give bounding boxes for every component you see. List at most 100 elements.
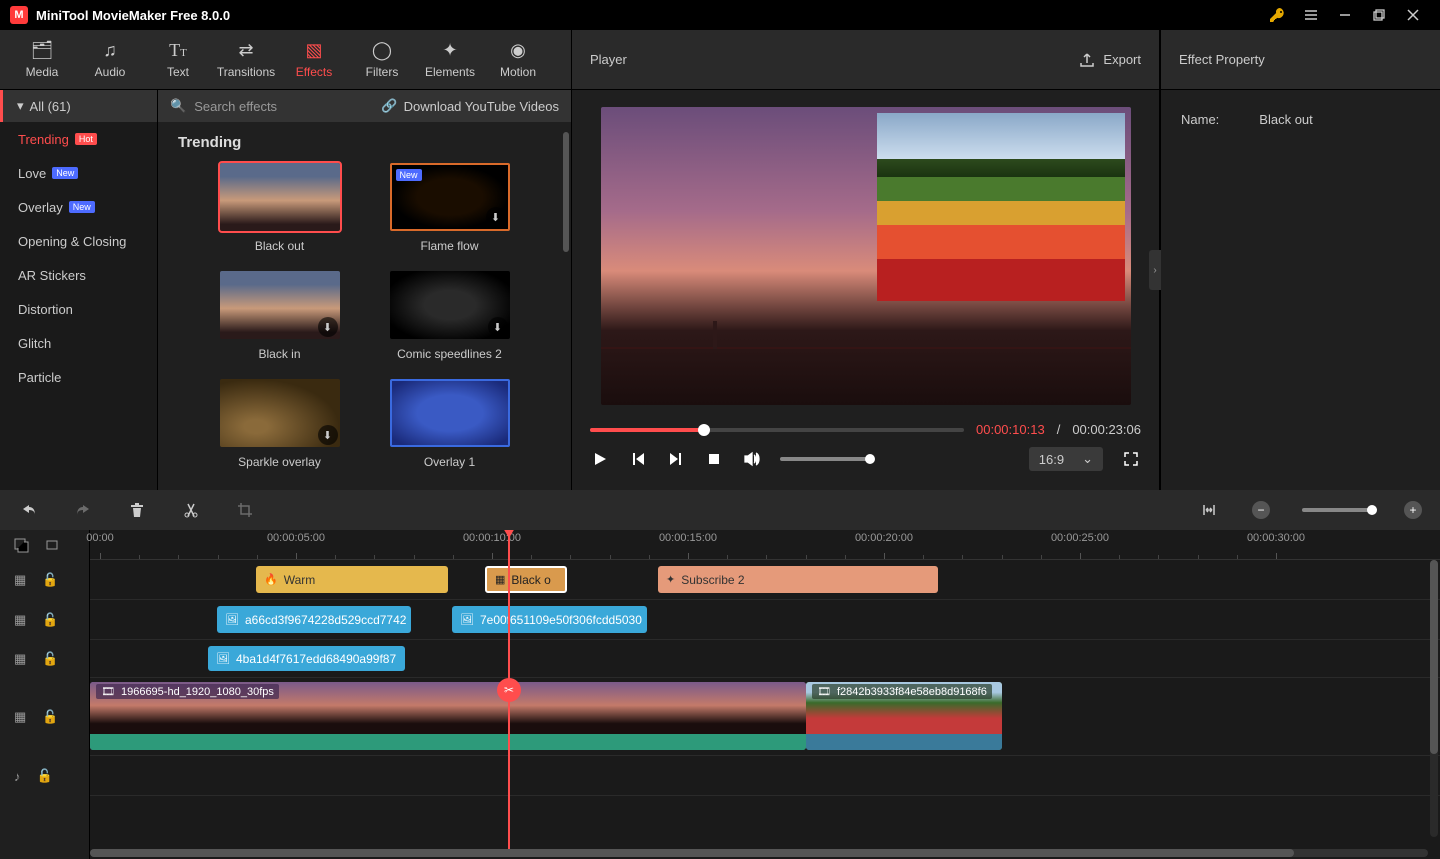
prev-frame-button[interactable] <box>628 449 648 469</box>
category-all[interactable]: ▾ All (61) <box>0 90 157 122</box>
track-audio[interactable] <box>90 756 1440 796</box>
effect-label: Black out <box>255 239 304 253</box>
tab-audio[interactable]: ♫Audio <box>76 33 144 87</box>
clip-video[interactable]: 🎞1966695-hd_1920_1080_30fps <box>90 682 806 750</box>
add-track-button[interactable] <box>14 538 29 553</box>
track-type-icon: ▦ <box>14 651 26 667</box>
collapse-panel-button[interactable]: › <box>1149 250 1161 290</box>
zoom-out-button[interactable]: − <box>1252 501 1270 519</box>
gallery-scrollbar[interactable] <box>563 132 569 252</box>
menu-icon[interactable] <box>1294 0 1328 30</box>
star-icon: ✦ <box>666 573 675 586</box>
track-image-2[interactable]: 🖼4ba1d4f7617edd68490a99f87 <box>90 640 1440 678</box>
tab-effects[interactable]: ▧Effects <box>280 33 348 87</box>
delete-button[interactable] <box>126 499 148 521</box>
effect-thumbnail[interactable]: ⬇ <box>220 271 340 339</box>
category-item[interactable]: Particle <box>0 360 157 394</box>
clip-video[interactable]: 🎞f2842b3933f84e58eb8d9168f6 <box>806 682 1002 750</box>
crop-button[interactable] <box>234 499 256 521</box>
chevron-down-icon: ▾ <box>17 98 24 114</box>
clip-image[interactable]: 🖼4ba1d4f7617edd68490a99f87 <box>208 646 405 671</box>
aspect-ratio-select[interactable]: 16:9 ⌄ <box>1029 447 1103 471</box>
effect-thumbnail[interactable]: ⬇ <box>390 271 510 339</box>
app-title: MiniTool MovieMaker Free 8.0.0 <box>36 8 230 23</box>
lock-icon[interactable]: 🔓 <box>42 612 58 628</box>
video-icon: 🎞 <box>101 685 115 698</box>
search-input[interactable]: Search effects <box>194 99 373 114</box>
auto-fit-button[interactable] <box>1198 499 1220 521</box>
effect-label: Overlay 1 <box>424 455 475 469</box>
minimize-button[interactable] <box>1328 0 1362 30</box>
search-icon[interactable]: 🔍 <box>170 98 186 114</box>
category-item[interactable]: Glitch <box>0 326 157 360</box>
category-item[interactable]: LoveNew <box>0 156 157 190</box>
preview-canvas[interactable] <box>601 107 1131 405</box>
tab-text[interactable]: TTText <box>144 33 212 87</box>
lock-icon[interactable]: 🔓 <box>42 651 58 667</box>
download-icon[interactable]: ⬇ <box>318 425 338 445</box>
category-item[interactable]: Opening & Closing <box>0 224 157 258</box>
download-icon[interactable]: ⬇ <box>486 207 506 227</box>
stop-button[interactable] <box>704 449 724 469</box>
volume-slider[interactable] <box>780 457 870 461</box>
effect-thumbnail[interactable]: New⬇ <box>390 163 510 231</box>
clip-image[interactable]: 🖼a66cd3f9674228d529ccd7742 <box>217 606 411 633</box>
track-gutter[interactable]: ♪🔓 <box>0 756 89 796</box>
fullscreen-button[interactable] <box>1121 449 1141 469</box>
category-item[interactable]: Distortion <box>0 292 157 326</box>
link-icon: 🔗 <box>381 98 397 114</box>
lock-icon[interactable]: 🔓 <box>42 709 58 725</box>
category-list: ▾ All (61) TrendingHotLoveNewOverlayNewO… <box>0 90 158 490</box>
lock-icon[interactable]: 🔓 <box>42 572 58 588</box>
track-collapse-button[interactable] <box>45 538 59 552</box>
undo-button[interactable] <box>18 499 40 521</box>
split-button[interactable] <box>180 499 202 521</box>
split-knob-icon[interactable]: ✂ <box>497 678 521 702</box>
next-frame-button[interactable] <box>666 449 686 469</box>
clip-blackout[interactable]: ▦Black o <box>485 566 567 593</box>
zoom-slider[interactable] <box>1302 508 1372 512</box>
property-title: Effect Property <box>1161 30 1440 90</box>
effect-thumbnail[interactable] <box>220 163 340 231</box>
category-item[interactable]: AR Stickers <box>0 258 157 292</box>
lock-icon[interactable]: 🔓 <box>37 768 53 784</box>
track-gutter[interactable]: ▦🔓 <box>0 600 89 640</box>
effect-thumbnail[interactable] <box>390 379 510 447</box>
scrub-bar[interactable]: 00:00:10:13 / 00:00:23:06 <box>590 422 1141 437</box>
clip-warm[interactable]: 🔥Warm <box>256 566 448 593</box>
close-button[interactable] <box>1396 0 1430 30</box>
effect-icon: ▦ <box>495 573 505 586</box>
clip-subscribe[interactable]: ✦Subscribe 2 <box>658 566 938 593</box>
tab-elements[interactable]: ✦Elements <box>416 33 484 87</box>
track-video[interactable]: 🎞1966695-hd_1920_1080_30fps 🎞f2842b3933f… <box>90 678 1440 756</box>
export-button[interactable]: Export <box>1079 52 1141 68</box>
timeline-v-scrollbar[interactable] <box>1430 560 1438 837</box>
maximize-button[interactable] <box>1362 0 1396 30</box>
download-youtube-link[interactable]: 🔗 Download YouTube Videos <box>381 98 559 114</box>
download-icon[interactable]: ⬇ <box>488 317 508 337</box>
category-item[interactable]: OverlayNew <box>0 190 157 224</box>
clip-image[interactable]: 🖼7e00f651109e50f306fcdd5030 <box>452 606 647 633</box>
tab-motion[interactable]: ◉Motion <box>484 33 552 87</box>
track-gutter[interactable]: ▦🔓 <box>0 560 89 600</box>
zoom-in-button[interactable]: + <box>1404 501 1422 519</box>
tab-media[interactable]: 🗂Media <box>8 33 76 87</box>
download-icon[interactable]: ⬇ <box>318 317 338 337</box>
property-name-value: Black out <box>1259 112 1312 127</box>
timeline-ruler[interactable]: 00:0000:00:05:0000:00:10:0000:00:15:0000… <box>90 530 1440 560</box>
category-item[interactable]: TrendingHot <box>0 122 157 156</box>
player-header: Player Export <box>572 30 1159 90</box>
tab-transitions[interactable]: ⇄Transitions <box>212 33 280 87</box>
track-gutter[interactable]: ▦🔓 <box>0 640 89 678</box>
tab-filters[interactable]: ◯Filters <box>348 33 416 87</box>
volume-icon[interactable] <box>742 449 762 469</box>
upgrade-key-icon[interactable] <box>1260 0 1294 30</box>
track-effects[interactable]: 🔥Warm ▦Black o ✦Subscribe 2 <box>90 560 1440 600</box>
playhead[interactable]: ✂ <box>508 530 510 849</box>
effect-thumbnail[interactable]: ⬇ <box>220 379 340 447</box>
track-image-1[interactable]: 🖼a66cd3f9674228d529ccd7742 🖼7e00f651109e… <box>90 600 1440 640</box>
play-button[interactable] <box>590 449 610 469</box>
timeline-h-scrollbar[interactable] <box>90 849 1428 857</box>
redo-button[interactable] <box>72 499 94 521</box>
track-gutter[interactable]: ▦🔓 <box>0 678 89 756</box>
